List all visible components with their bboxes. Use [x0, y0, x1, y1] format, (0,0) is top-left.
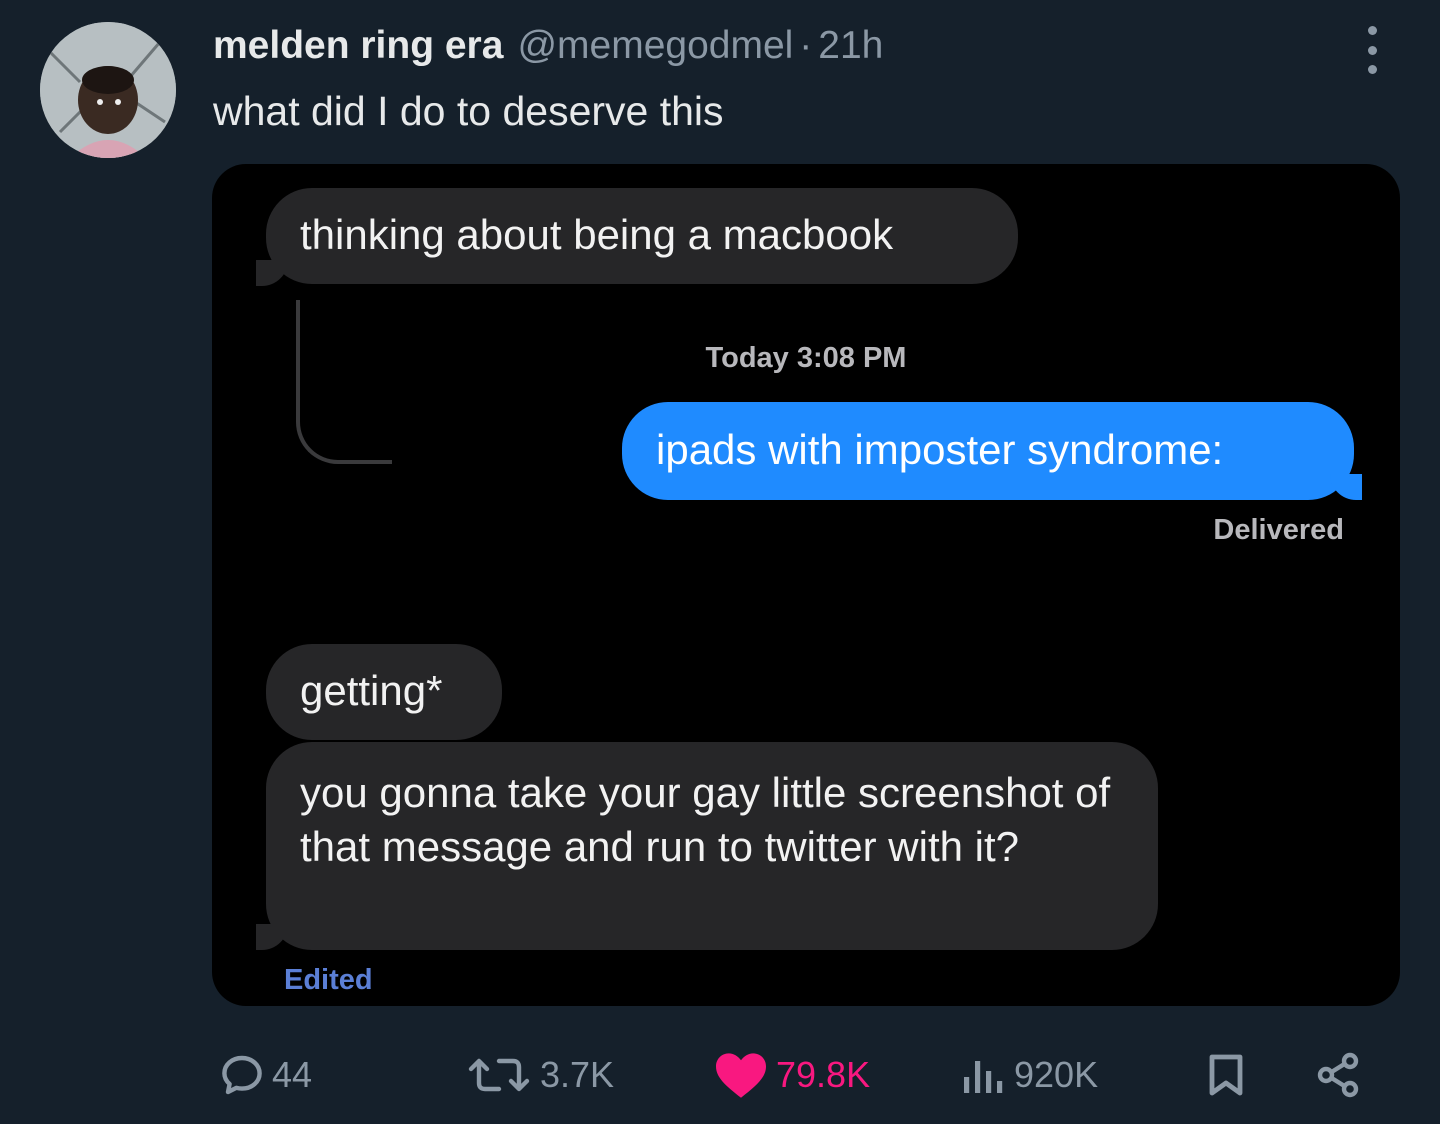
display-name[interactable]: melden ring era	[213, 24, 503, 68]
bubble-tail	[256, 260, 288, 286]
tweet-media-image[interactable]: thinking about being a macbook Today 3:0…	[212, 164, 1400, 1006]
tweet-card: melden ring era @memegodmel · 21h what d…	[0, 0, 1440, 1124]
retweet-button[interactable]: 3.7K	[464, 1050, 614, 1100]
message-bubble-received: you gonna take your gay little screensho…	[266, 742, 1158, 950]
edited-label: Edited	[284, 964, 373, 996]
message-timestamp: Today 3:08 PM	[705, 342, 907, 374]
like-button[interactable]: 79.8K	[712, 1050, 870, 1100]
heart-filled-icon	[716, 1053, 766, 1098]
message-bubble-received: thinking about being a macbook	[266, 188, 1018, 284]
reply-button[interactable]: 44	[218, 1050, 312, 1100]
retweet-count: 3.7K	[540, 1054, 615, 1095]
message-bubble-received: getting*	[266, 644, 502, 740]
reply-thread-line	[296, 300, 392, 464]
avatar-image	[40, 22, 176, 158]
avatar[interactable]	[40, 22, 176, 158]
like-count: 79.8K	[776, 1054, 871, 1095]
tweet-header: melden ring era @memegodmel · 21h	[213, 24, 883, 72]
tweet-actions: 44 3.7K 79.8K 920K	[0, 1040, 1440, 1110]
views-count: 920K	[1014, 1054, 1099, 1095]
bookmark-icon	[1209, 1054, 1243, 1096]
retweet-icon	[468, 1058, 530, 1092]
message-bubble-sent: ipads with imposter syndrome:	[622, 402, 1354, 500]
user-handle[interactable]: @memegodmel	[517, 24, 793, 68]
views-button[interactable]: 920K	[956, 1050, 1098, 1100]
tweet-text: what did I do to deserve this	[213, 88, 724, 134]
separator: ·	[799, 24, 813, 67]
bookmark-button[interactable]	[1202, 1050, 1250, 1100]
more-vertical-icon[interactable]	[1358, 26, 1386, 74]
bubble-tail	[256, 924, 288, 950]
comment-icon	[222, 1055, 262, 1095]
bubble-tail	[1330, 474, 1362, 500]
share-icon	[1317, 1052, 1359, 1098]
tweet-time[interactable]: 21h	[818, 24, 883, 68]
delivered-status: Delivered	[1213, 514, 1344, 546]
analytics-icon	[964, 1061, 1003, 1093]
reply-count: 44	[272, 1054, 313, 1095]
share-button[interactable]	[1312, 1050, 1364, 1100]
